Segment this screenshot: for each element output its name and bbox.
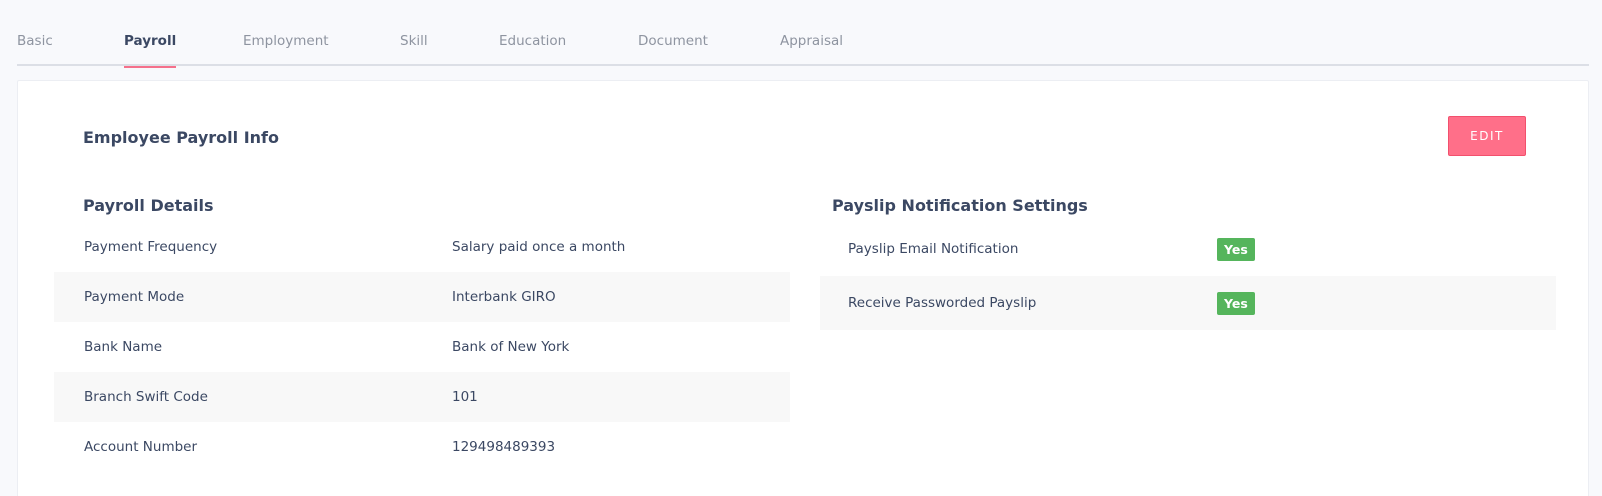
edit-button[interactable]: EDIT bbox=[1448, 116, 1526, 156]
tab-payroll[interactable]: Payroll bbox=[124, 33, 177, 68]
row-value: Yes bbox=[1217, 237, 1255, 261]
payslip-settings-title: Payslip Notification Settings bbox=[832, 196, 1088, 215]
card-title: Employee Payroll Info bbox=[83, 128, 279, 147]
row-label: Payment Mode bbox=[84, 289, 185, 305]
tab-skill[interactable]: Skill bbox=[400, 33, 428, 66]
list-item: Receive Passworded Payslip Yes bbox=[820, 276, 1556, 330]
tab-education[interactable]: Education bbox=[499, 33, 566, 66]
tab-document[interactable]: Document bbox=[638, 33, 708, 66]
tab-basic[interactable]: Basic bbox=[17, 33, 53, 66]
row-label: Branch Swift Code bbox=[84, 389, 208, 405]
list-item: Payment Frequency Salary paid once a mon… bbox=[54, 222, 790, 272]
tab-bar: Basic Payroll Employment Skill Education… bbox=[17, 0, 1589, 68]
status-badge: Yes bbox=[1217, 237, 1255, 261]
row-label: Receive Passworded Payslip bbox=[848, 295, 1037, 311]
payroll-details-title: Payroll Details bbox=[83, 196, 214, 215]
row-value: Interbank GIRO bbox=[452, 289, 556, 305]
payslip-settings-list: Payslip Email Notification Yes Receive P… bbox=[820, 222, 1556, 330]
row-label: Bank Name bbox=[84, 339, 163, 355]
row-label: Payment Frequency bbox=[84, 239, 218, 255]
tab-appraisal[interactable]: Appraisal bbox=[780, 33, 843, 66]
status-badge: Yes bbox=[1217, 291, 1255, 315]
row-value: 101 bbox=[452, 389, 478, 405]
list-item: Branch Swift Code 101 bbox=[54, 372, 790, 422]
row-value: Yes bbox=[1217, 291, 1255, 315]
row-value: Bank of New York bbox=[452, 339, 570, 355]
list-item: Bank Name Bank of New York bbox=[54, 322, 790, 372]
row-label: Account Number bbox=[84, 439, 198, 455]
payroll-info-card: Employee Payroll Info EDIT Payroll Detai… bbox=[17, 80, 1589, 496]
row-value: Salary paid once a month bbox=[452, 239, 626, 255]
row-label: Payslip Email Notification bbox=[848, 241, 1019, 257]
list-item: Payslip Email Notification Yes bbox=[820, 222, 1556, 276]
payroll-details-list: Payment Frequency Salary paid once a mon… bbox=[54, 222, 790, 472]
list-item: Payment Mode Interbank GIRO bbox=[54, 272, 790, 322]
list-item: Account Number 129498489393 bbox=[54, 422, 790, 472]
row-value: 129498489393 bbox=[452, 439, 556, 455]
tab-employment[interactable]: Employment bbox=[243, 33, 329, 66]
